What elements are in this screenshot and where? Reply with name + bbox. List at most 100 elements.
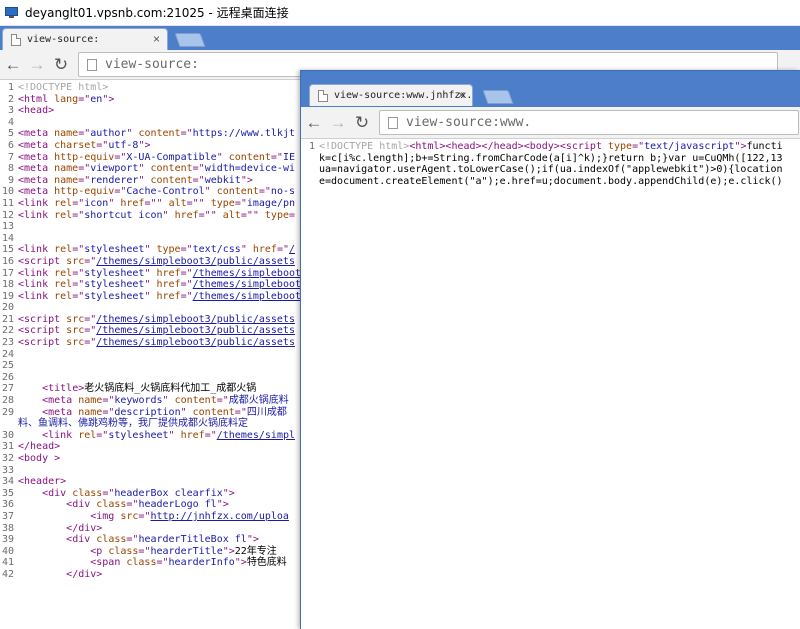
- line-number: 26: [1, 371, 14, 383]
- code-token: =": [216, 395, 229, 407]
- code-token: lang: [54, 93, 79, 105]
- source-line: 10 <meta http-equiv="Cache-Control" conte…: [0, 186, 300, 198]
- browser-toolbar: ← → ↻ view-source:www.: [301, 107, 800, 139]
- source-line: 8 <meta name="viewport" content="width=de…: [0, 163, 300, 175]
- source-line: 38 </div>: [0, 523, 300, 535]
- code-token: IE: [282, 151, 295, 163]
- line-code: <meta name="description" content="四川成都: [18, 407, 287, 419]
- close-tab-icon[interactable]: ×: [153, 32, 160, 46]
- code-token: <meta: [18, 186, 55, 198]
- source-link[interactable]: /themes/simpleboot3/public/assets: [96, 314, 295, 325]
- new-tab-button[interactable]: [482, 90, 514, 104]
- source-link[interactable]: /themes/simpl: [217, 430, 295, 441]
- source-link[interactable]: /themes/simpleboot: [193, 268, 300, 279]
- code-token: src: [66, 325, 85, 337]
- code-token: =": [114, 186, 127, 198]
- code-token: ="": [240, 209, 265, 221]
- code-token: =": [204, 429, 217, 441]
- forward-arrow-icon[interactable]: →: [327, 112, 349, 134]
- line-number: 32: [1, 453, 14, 464]
- code-token: ": [162, 209, 175, 221]
- line-number: 25: [1, 360, 14, 372]
- code-token: src: [66, 337, 85, 349]
- code-token: class: [108, 545, 139, 557]
- code-token: =": [192, 163, 205, 175]
- code-token: 老火锅底料_火锅底料代加工_成都火锅: [84, 383, 257, 395]
- source-code-view[interactable]: 1 <!DOCTYPE html><html><head></head><body…: [301, 139, 800, 629]
- code-token: <script: [18, 325, 67, 337]
- address-bar-text[interactable]: view-source:www.: [406, 115, 531, 130]
- code-token: =": [96, 139, 109, 151]
- source-code-view[interactable]: 1 <!DOCTYPE html> 2 <html lang="en"> 3 <head>…: [0, 80, 300, 629]
- source-line: 15 <link rel="stylesheet" type="text/css"…: [0, 244, 300, 256]
- line-code: <link rel="stylesheet" href="/themes/sim…: [18, 279, 300, 291]
- rdp-title-bar: deyanglt01.vpsnb.com:21025 - 远程桌面连接: [0, 0, 800, 26]
- back-arrow-icon[interactable]: ←: [303, 112, 325, 134]
- code-token: 料、鱼调料、佛跳鸡粉等，我厂提供成都火锅底料定: [18, 418, 248, 430]
- source-link[interactable]: /: [289, 244, 295, 255]
- code-token: name: [54, 163, 79, 175]
- line-code: <head>: [18, 105, 54, 117]
- source-line: 41 <span class="hearderInfo">特色底料: [0, 557, 300, 569]
- tab-view-source[interactable]: view-source: ×: [2, 28, 168, 50]
- source-link[interactable]: /themes/simpleboot: [193, 291, 300, 302]
- source-link[interactable]: /themes/simpleboot3/public/assets: [96, 325, 295, 336]
- close-tab-icon[interactable]: ×: [458, 88, 465, 102]
- source-line: 30 <link rel="stylesheet" href="/themes/…: [0, 430, 300, 442]
- line-number: 39: [1, 534, 14, 546]
- line-number: 9: [7, 174, 14, 186]
- line-number: 10: [1, 186, 14, 198]
- line-number: 2: [7, 93, 14, 105]
- code-token: =": [84, 313, 97, 325]
- code-token: ": [180, 406, 193, 418]
- code-token: <link: [18, 197, 55, 209]
- code-token: ": [168, 429, 181, 441]
- address-bar-text[interactable]: view-source:: [105, 57, 199, 72]
- source-link[interactable]: /themes/simpleboot3/public/assets: [96, 337, 295, 348]
- code-token: en: [90, 93, 103, 105]
- source-link[interactable]: http://jnhfzx.com/uploa: [150, 511, 288, 522]
- code-token: ": [162, 395, 175, 407]
- source-link[interactable]: /themes/simpleboot3/public/assets: [96, 256, 295, 267]
- page-icon: [388, 116, 398, 129]
- source-line: 27 <title>老火锅底料_火锅底料代加工_成都火锅: [0, 383, 300, 395]
- line-code: <title>老火锅底料_火锅底料代加工_成都火锅: [18, 383, 256, 395]
- code-token: type: [608, 141, 633, 152]
- new-tab-button[interactable]: [174, 33, 206, 47]
- line-code: <link rel="shortcut icon" href="" alt=""…: [18, 210, 295, 222]
- code-token: =": [78, 174, 91, 186]
- source-line: 11 <link rel="icon" href="" alt="" type="…: [0, 198, 300, 210]
- code-token: =": [78, 93, 91, 105]
- code-token: hearderTitleBox fl: [138, 534, 247, 546]
- address-bar[interactable]: view-source:www.: [379, 110, 799, 135]
- code-token: stylesheet: [84, 244, 145, 256]
- line-number: 34: [1, 476, 14, 488]
- forward-arrow-icon[interactable]: →: [26, 54, 48, 76]
- code-token: description: [114, 406, 181, 418]
- code-token: author: [90, 128, 127, 140]
- line-number: 41: [1, 557, 14, 569]
- line-number: 35: [1, 487, 14, 499]
- code-token: <script: [18, 337, 67, 349]
- reload-icon[interactable]: ↻: [50, 54, 72, 76]
- code-token: =": [72, 244, 85, 256]
- tab-view-source[interactable]: view-source:www.jnhfzx. ×: [309, 84, 473, 106]
- code-token: ">: [102, 93, 115, 105]
- code-token: <!DOCTYPE html>: [18, 82, 109, 93]
- source-link[interactable]: /themes/simpleboot: [193, 279, 300, 290]
- browser-window-front[interactable]: view-source:www.jnhfzx. × ← → ↻ view-sou…: [300, 70, 800, 629]
- code-token: <div: [42, 487, 73, 499]
- line-number: 27: [1, 383, 14, 395]
- line-number: 13: [1, 221, 14, 233]
- code-token: =": [84, 325, 97, 337]
- source-line: 40 <p class="hearderTitle">22年专注: [0, 546, 300, 558]
- code-token: href: [252, 244, 277, 256]
- source-line: 16 <script src="/themes/simpleboot3/publi…: [0, 256, 300, 268]
- page-icon: [87, 58, 97, 71]
- source-line: 39 <div class="hearderTitleBox fl">: [0, 534, 300, 546]
- reload-icon[interactable]: ↻: [351, 112, 373, 134]
- line-code: <meta name="keywords" content="成都火锅底料: [18, 395, 289, 407]
- source-line: 4: [0, 117, 300, 129]
- back-arrow-icon[interactable]: ←: [2, 54, 24, 76]
